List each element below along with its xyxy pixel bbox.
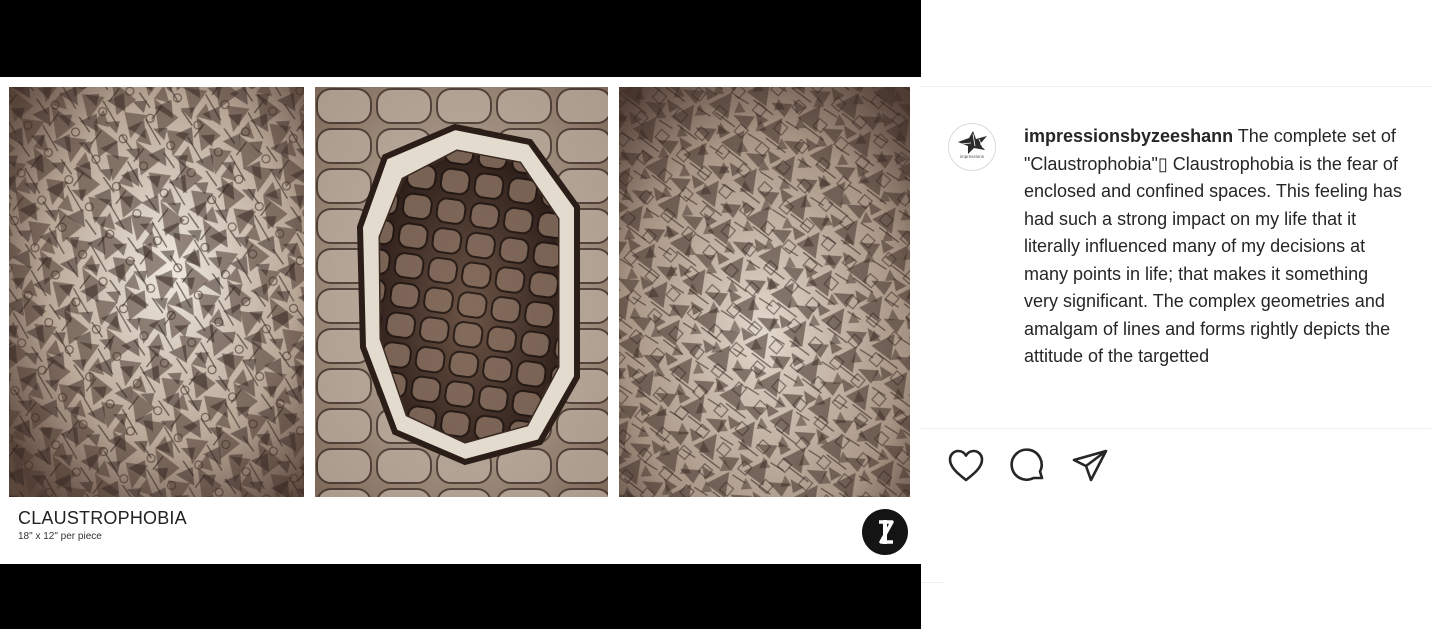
art-panel-center <box>315 87 608 497</box>
post-caption: impressionsbyzeeshann The complete set o… <box>1024 123 1404 371</box>
abstract-geometric-drawing <box>9 87 304 497</box>
post-side-panel: impressions impressionsbyzeeshann The co… <box>921 0 1431 629</box>
abstract-geometric-drawing <box>619 87 910 497</box>
comment-button[interactable] <box>1008 446 1048 486</box>
art-panel-left <box>9 87 304 497</box>
heart-icon <box>948 449 984 482</box>
paper-plane-icon <box>1072 449 1108 482</box>
artwork-image: CLAUSTROPHOBIA 18" x 12" per piece <box>0 77 921 564</box>
divider <box>921 582 943 583</box>
comment-icon <box>1010 448 1044 481</box>
caption-scroll-area[interactable]: impressions impressionsbyzeeshann The co… <box>921 87 1431 427</box>
post-media[interactable]: CLAUSTROPHOBIA 18" x 12" per piece <box>0 0 921 629</box>
artwork-size: 18" x 12" per piece <box>18 531 102 542</box>
username-link[interactable]: impressionsbyzeeshann <box>1024 126 1233 146</box>
avatar[interactable]: impressions <box>948 123 996 171</box>
like-button[interactable] <box>946 446 986 486</box>
z-logo-icon <box>879 520 894 544</box>
avatar-logo-icon: impressions <box>958 131 987 159</box>
enclosed-cocoon-drawing <box>315 87 608 497</box>
divider <box>921 428 1431 429</box>
share-button[interactable] <box>1070 446 1110 486</box>
art-panel-right <box>619 87 910 497</box>
caption-text: The complete set of "Claustrophobia"▯ Cl… <box>1024 126 1402 366</box>
artwork-title: CLAUSTROPHOBIA <box>18 508 187 528</box>
avatar-text: impressions <box>960 154 985 159</box>
artist-logo <box>862 509 908 555</box>
